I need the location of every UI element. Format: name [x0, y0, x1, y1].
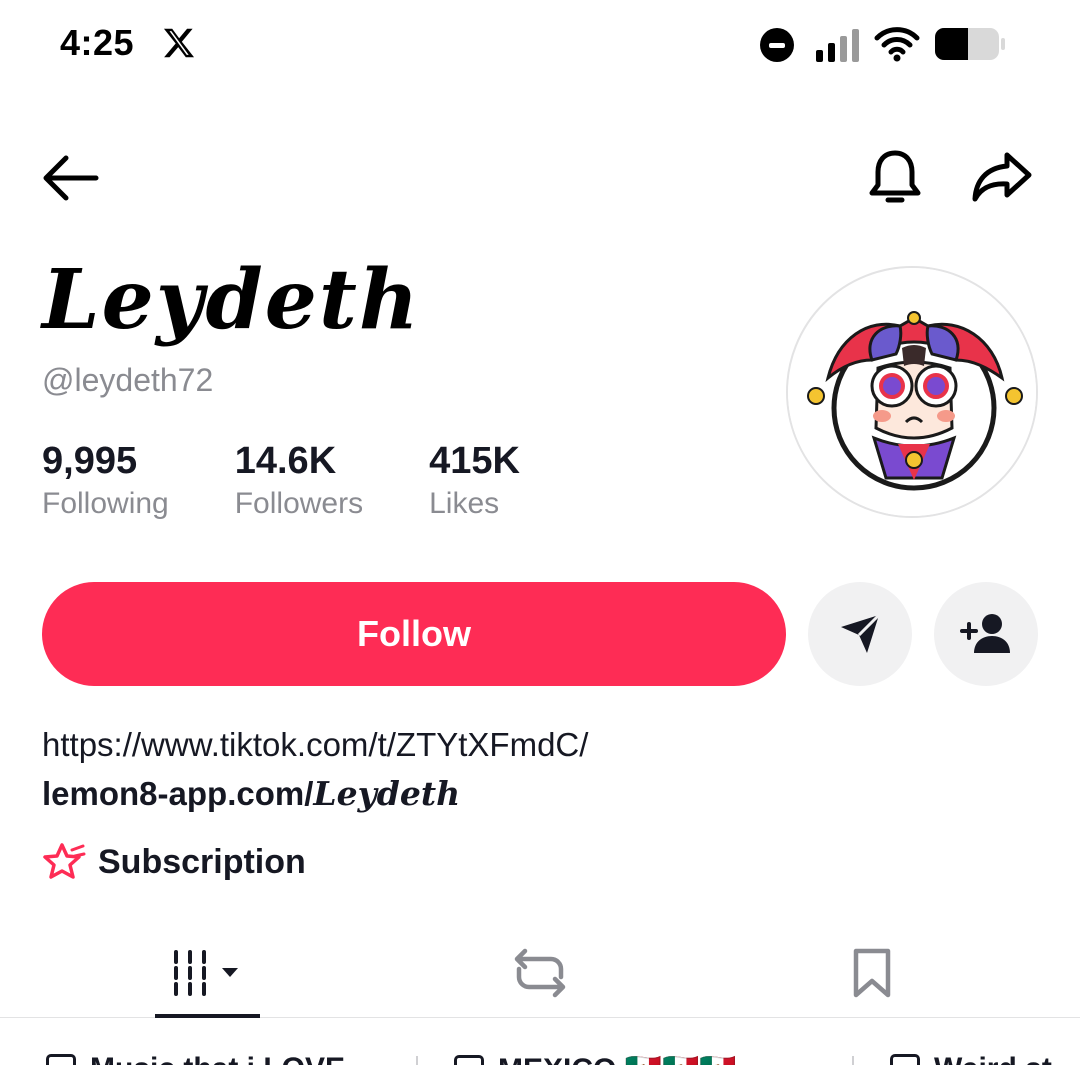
status-bar: 4:25 [0, 0, 1080, 90]
tab-saved[interactable] [822, 928, 922, 1018]
divider [852, 1056, 854, 1065]
repost-icon [514, 948, 566, 998]
playlist-label: MEXICO 🇲🇽🇲🇽🇲🇽 [498, 1052, 737, 1065]
stat-value: 415K [429, 440, 520, 482]
x-logo-icon [163, 28, 195, 58]
follow-button[interactable]: Follow [42, 582, 786, 686]
playlist-icon [890, 1054, 920, 1065]
grid-filter-icon [173, 950, 238, 996]
send-icon [841, 613, 881, 653]
battery-icon [935, 28, 1005, 60]
message-button[interactable] [808, 582, 912, 686]
share-icon [972, 152, 1032, 202]
add-friend-button[interactable] [934, 582, 1038, 686]
active-tab-indicator [155, 1014, 260, 1018]
tab-videos[interactable] [155, 928, 260, 1018]
signal-icon [816, 29, 859, 62]
divider [416, 1056, 418, 1065]
tab-reposts[interactable] [490, 928, 590, 1018]
playlist-chip[interactable]: Weird st [890, 1052, 1052, 1065]
top-nav [0, 130, 1080, 226]
do-not-disturb-icon [760, 28, 794, 62]
subscription-link[interactable]: Subscription [42, 842, 306, 882]
stat-followers[interactable]: 14.6K Followers [235, 440, 363, 521]
back-arrow-icon [43, 155, 99, 201]
share-button[interactable] [966, 142, 1038, 212]
playlist-label: Music that i LOVE [90, 1052, 345, 1065]
add-user-icon [960, 614, 1010, 653]
bell-icon [869, 150, 921, 203]
playlists-row: Music that i LOVE MEXICO 🇲🇽🇲🇽🇲🇽 Weird st [0, 1040, 1080, 1065]
stat-label: Followers [234, 487, 364, 520]
playlist-icon [454, 1054, 484, 1065]
playlist-icon [46, 1054, 76, 1065]
display-name: Leydeth [42, 252, 421, 348]
status-time: 4:25 [60, 22, 135, 63]
playlist-chip[interactable]: MEXICO 🇲🇽🇲🇽🇲🇽 [454, 1052, 737, 1065]
bio-link-lemon8[interactable]: lemon8-app.com/Leydeth [42, 774, 460, 813]
playlist-chip[interactable]: Music that i LOVE [46, 1052, 345, 1065]
playlist-label: Weird st [934, 1052, 1052, 1065]
stat-value: 14.6K [234, 440, 337, 482]
bio-link-tiktok[interactable]: https://www.tiktok.com/t/ZTYtXFmdC/ [42, 726, 588, 764]
bookmark-icon [853, 948, 891, 998]
avatar[interactable] [786, 266, 1038, 518]
stat-following[interactable]: 9,995 Following [42, 440, 169, 521]
wifi-icon [874, 27, 920, 62]
bio-link-script-text: Leydeth [313, 774, 461, 813]
notification-bell-button[interactable] [860, 142, 930, 212]
stat-label: Likes [429, 487, 500, 520]
username: @leydeth72 [42, 362, 214, 398]
profile-stats: 9,995 Following 14.6K Followers 415K Lik… [42, 440, 586, 521]
stat-label: Following [42, 487, 169, 520]
avatar-image [788, 268, 1036, 516]
bio-link-text: lemon8-app.com/ [42, 775, 314, 812]
stat-value: 9,995 [42, 440, 138, 482]
back-button[interactable] [34, 146, 106, 210]
profile-tabs [0, 928, 1080, 1018]
subscription-star-icon [43, 843, 86, 879]
subscription-label: Subscription [98, 842, 306, 881]
stat-likes: 415K Likes [429, 440, 520, 521]
